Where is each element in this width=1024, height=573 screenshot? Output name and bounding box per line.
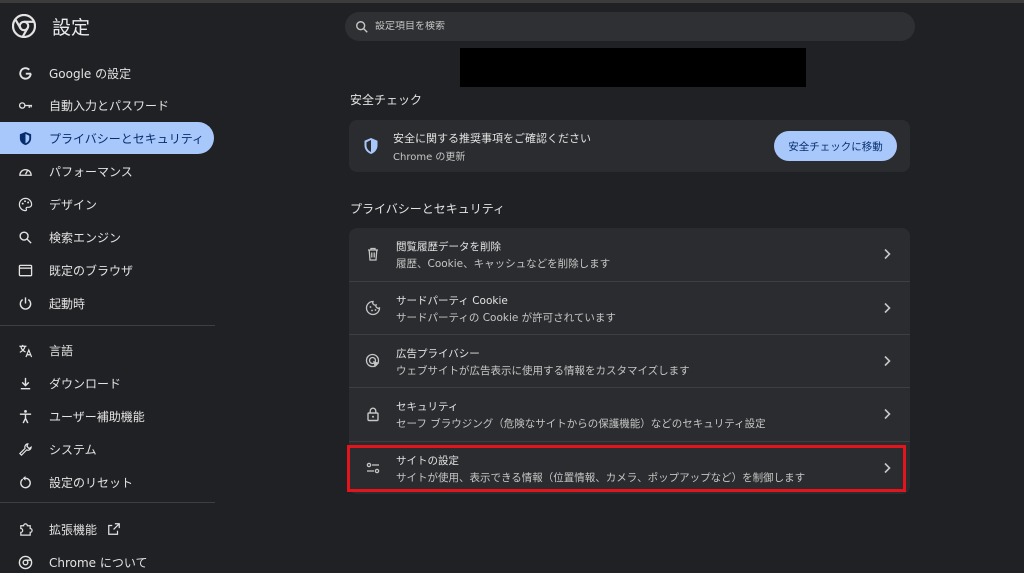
- google-g-icon: [17, 65, 33, 81]
- sidebar-divider: [0, 325, 215, 326]
- wrench-icon: [17, 441, 33, 457]
- sidebar-item-google-settings[interactable]: Google の設定: [0, 57, 214, 89]
- sidebar-item-label: 設定のリセット: [49, 475, 134, 490]
- safety-check-subtitle: Chrome の更新: [393, 152, 466, 163]
- key-icon: [17, 97, 33, 113]
- row-ad-privacy[interactable]: 広告プライバシー ウェブサイトが広告表示に使用する情報をカスタマイズします: [349, 334, 910, 387]
- chevron-right-icon: [884, 248, 891, 260]
- search-icon: [17, 229, 33, 245]
- row-subtitle: サードパーティの Cookie が許可されています: [396, 312, 616, 324]
- download-icon: [17, 375, 33, 391]
- shield-icon: [17, 130, 33, 146]
- sidebar-item-search-engine[interactable]: 検索エンジン: [0, 221, 214, 253]
- external-link-icon: [107, 522, 121, 536]
- shield-icon: [364, 138, 378, 154]
- sidebar-item-about-chrome[interactable]: Chrome について: [0, 546, 214, 573]
- row-clear-browsing-data[interactable]: 閲覧履歴データを削除 履歴、Cookie、キャッシュなどを削除します: [349, 228, 910, 281]
- chrome-logo-icon: [12, 14, 36, 38]
- browser-window-icon: [17, 262, 33, 278]
- palette-icon: [17, 196, 33, 212]
- accessibility-icon: [17, 408, 33, 424]
- speedometer-icon: [17, 163, 33, 179]
- sidebar-item-label: 言語: [49, 343, 74, 358]
- sidebar-item-label: 既定のブラウザ: [49, 263, 134, 278]
- sidebar-item-privacy-security[interactable]: プライバシーとセキュリティ: [0, 122, 214, 154]
- sliders-icon: [365, 460, 381, 476]
- sidebar-item-system[interactable]: システム: [0, 433, 214, 465]
- settings-search-box[interactable]: [345, 12, 915, 41]
- safety-check-heading: 安全チェック: [350, 93, 423, 107]
- redacted-area: [460, 48, 806, 87]
- chevron-right-icon: [884, 462, 891, 474]
- sidebar-item-label: 検索エンジン: [49, 230, 122, 245]
- power-icon: [17, 295, 33, 311]
- sidebar-item-label: 拡張機能: [49, 522, 98, 537]
- chevron-right-icon: [884, 302, 891, 314]
- row-title: サイトの設定: [396, 455, 459, 467]
- chrome-icon: [17, 554, 33, 570]
- privacy-security-card: 閲覧履歴データを削除 履歴、Cookie、キャッシュなどを削除します サードパー…: [349, 228, 910, 494]
- sidebar-item-accessibility[interactable]: ユーザー補助機能: [0, 400, 214, 432]
- row-site-settings[interactable]: サイトの設定 サイトが使用、表示できる情報（位置情報、カメラ、ポップアップなど）…: [349, 441, 910, 494]
- row-title: 広告プライバシー: [396, 348, 480, 360]
- sidebar-item-performance[interactable]: パフォーマンス: [0, 155, 214, 187]
- reset-icon: [17, 474, 33, 490]
- puzzle-icon: [17, 521, 33, 537]
- sidebar-item-downloads[interactable]: ダウンロード: [0, 367, 214, 399]
- ad-privacy-icon: [365, 353, 381, 369]
- chevron-right-icon: [884, 355, 891, 367]
- privacy-security-heading: プライバシーとセキュリティ: [350, 202, 506, 216]
- sidebar-item-label: ユーザー補助機能: [49, 409, 145, 424]
- chevron-right-icon: [884, 408, 891, 420]
- translate-icon: [17, 342, 33, 358]
- row-subtitle: 履歴、Cookie、キャッシュなどを削除します: [396, 258, 611, 270]
- row-title: サードパーティ Cookie: [396, 295, 508, 307]
- sidebar-item-label: デザイン: [49, 197, 98, 212]
- lock-icon: [365, 406, 381, 422]
- sidebar-item-label: Chrome について: [49, 555, 148, 570]
- row-title: セキュリティ: [396, 401, 459, 413]
- search-icon: [356, 20, 368, 33]
- row-third-party-cookies[interactable]: サードパーティ Cookie サードパーティの Cookie が許可されています: [349, 281, 910, 334]
- sidebar-item-label: Google の設定: [49, 66, 132, 81]
- sidebar-item-label: パフォーマンス: [49, 164, 133, 179]
- safety-check-card: 安全に関する推奨事項をご確認ください Chrome の更新 安全チェックに移動: [349, 120, 910, 172]
- search-input[interactable]: [375, 21, 895, 32]
- sidebar-item-extensions[interactable]: 拡張機能: [0, 513, 214, 545]
- window-top-border: [0, 0, 1024, 3]
- sidebar-item-appearance[interactable]: デザイン: [0, 188, 214, 220]
- sidebar-item-label: プライバシーとセキュリティ: [49, 131, 205, 146]
- sidebar-item-label: システム: [49, 442, 97, 457]
- page-title: 設定: [52, 17, 91, 39]
- row-subtitle: セーフ ブラウジング（危険なサイトからの保護機能）などのセキュリティ設定: [396, 418, 766, 430]
- sidebar-item-on-startup[interactable]: 起動時: [0, 287, 214, 319]
- sidebar-item-languages[interactable]: 言語: [0, 334, 214, 366]
- row-security[interactable]: セキュリティ セーフ ブラウジング（危険なサイトからの保護機能）などのセキュリテ…: [349, 387, 910, 440]
- trash-icon: [365, 246, 381, 262]
- sidebar-item-autofill[interactable]: 自動入力とパスワード: [0, 89, 214, 121]
- sidebar-item-label: 自動入力とパスワード: [49, 98, 170, 113]
- sidebar-item-label: ダウンロード: [49, 376, 122, 391]
- sidebar-divider: [0, 502, 215, 503]
- row-subtitle: サイトが使用、表示できる情報（位置情報、カメラ、ポップアップなど）を制御します: [396, 472, 806, 484]
- row-title: 閲覧履歴データを削除: [396, 241, 501, 253]
- sidebar-item-reset-settings[interactable]: 設定のリセット: [0, 466, 214, 498]
- safety-check-title: 安全に関する推奨事項をご確認ください: [393, 132, 591, 145]
- row-subtitle: ウェブサイトが広告表示に使用する情報をカスタマイズします: [396, 365, 690, 377]
- cookie-icon: [365, 300, 381, 316]
- sidebar-item-default-browser[interactable]: 既定のブラウザ: [0, 254, 214, 286]
- sidebar-item-label: 起動時: [49, 296, 86, 311]
- go-to-safety-check-button[interactable]: 安全チェックに移動: [774, 131, 897, 161]
